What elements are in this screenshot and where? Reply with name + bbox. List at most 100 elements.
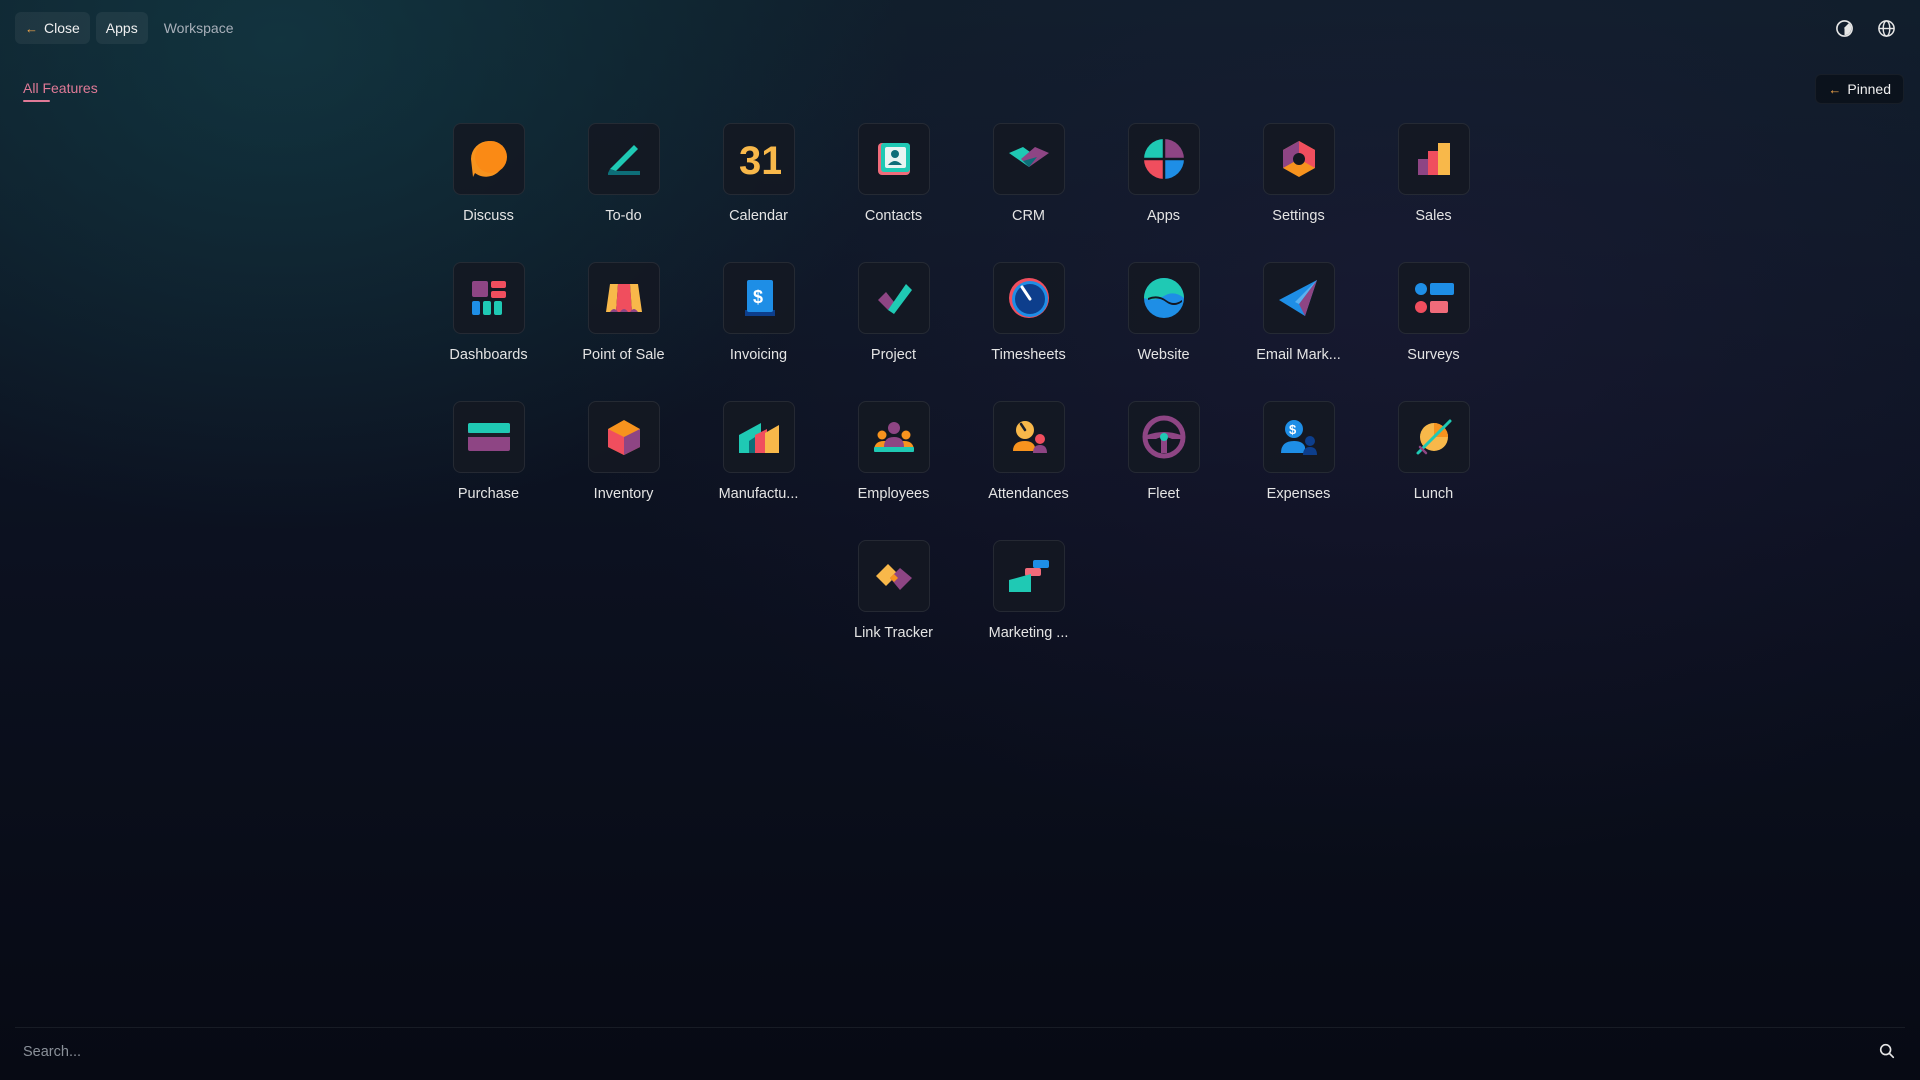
arrow-left-icon: ← [1828, 81, 1842, 97]
app-crm[interactable]: CRM [961, 123, 1096, 262]
app-tile [992, 401, 1065, 473]
app-label: Attendances [988, 486, 1069, 502]
app-expenses[interactable]: $ Expenses [1231, 401, 1366, 540]
attendances-icon [1012, 421, 1047, 453]
app-employees[interactable]: Employees [826, 401, 961, 540]
app-tile [857, 262, 930, 334]
app-tile [857, 123, 930, 195]
app-label: Email Mark... [1256, 347, 1341, 363]
app-invoicing[interactable]: $ Invoicing [691, 262, 826, 401]
expenses-glyph: $ [1289, 422, 1297, 437]
app-attendances[interactable]: Attendances [961, 401, 1096, 540]
apps-icon [1141, 137, 1186, 181]
app-label: Lunch [1413, 486, 1454, 502]
app-dashboards[interactable]: Dashboards [421, 262, 556, 401]
inventory-icon [607, 420, 640, 455]
app-label: Website [1137, 347, 1190, 363]
todo-icon [607, 145, 640, 175]
search-divider [15, 1027, 1905, 1028]
website-icon [1143, 278, 1184, 318]
email-marketing-icon [1278, 280, 1317, 316]
pinned-label: Pinned [1847, 81, 1891, 97]
app-label: Manufactu... [718, 486, 799, 502]
app-label: Fleet [1147, 486, 1180, 502]
app-label: CRM [1011, 208, 1046, 224]
app-label: Sales [1415, 208, 1452, 224]
app-todo[interactable]: To-do [556, 123, 691, 262]
app-label: Timesheets [991, 347, 1066, 363]
app-label: Settings [1272, 208, 1325, 224]
app-fleet[interactable]: Fleet [1096, 401, 1231, 540]
calendar-icon: 31 [739, 139, 781, 179]
app-tile [587, 401, 660, 473]
app-tile [1262, 262, 1335, 334]
app-timesheets[interactable]: Timesheets [961, 262, 1096, 401]
section-underline [23, 100, 50, 102]
app-inventory[interactable]: Inventory [556, 401, 691, 540]
app-label: Discuss [463, 208, 514, 224]
app-tile [1397, 123, 1470, 195]
app-lunch[interactable]: Lunch [1366, 401, 1501, 540]
app-sales[interactable]: Sales [1366, 123, 1501, 262]
settings-icon [1282, 141, 1315, 177]
workspace-tab[interactable]: Workspace [154, 12, 244, 44]
apps-tab[interactable]: Apps [95, 12, 148, 44]
section-title[interactable]: All Features [23, 80, 98, 96]
app-label: Purchase [457, 486, 520, 502]
app-purchase[interactable]: Purchase [421, 401, 556, 540]
app-manufacturing[interactable]: Manufactu... [691, 401, 826, 540]
close-button[interactable]: ← Close [15, 12, 90, 44]
app-label: Contacts [864, 208, 923, 224]
app-label: Point of Sale [582, 347, 665, 363]
top-navigation: ← Close Apps Workspace [15, 12, 244, 44]
app-marketing-automation[interactable]: Marketing ... [961, 540, 1096, 679]
app-label: Link Tracker [854, 625, 933, 641]
top-right-actions [1832, 16, 1898, 40]
app-tile [992, 540, 1065, 612]
language-button[interactable] [1874, 16, 1898, 40]
app-apps[interactable]: Apps [1096, 123, 1231, 262]
app-tile [1397, 401, 1470, 473]
app-label: Apps [1146, 208, 1181, 224]
app-tile [587, 262, 660, 334]
app-surveys[interactable]: Surveys [1366, 262, 1501, 401]
app-contacts[interactable]: Contacts [826, 123, 961, 262]
app-settings[interactable]: Settings [1231, 123, 1366, 262]
app-tile [452, 123, 525, 195]
pinned-button[interactable]: ← Pinned [1815, 74, 1904, 104]
app-email-marketing[interactable]: Email Mark... [1231, 262, 1366, 401]
timesheets-icon [1008, 278, 1049, 318]
app-tile [1127, 262, 1200, 334]
app-calendar[interactable]: 31 Calendar [691, 123, 826, 262]
app-label: Surveys [1407, 347, 1460, 363]
app-grid: Discuss To-do 31 Calendar Contacts CRM A… [421, 123, 1501, 679]
app-tile [1127, 401, 1200, 473]
app-label: Inventory [593, 486, 654, 502]
app-tile [857, 401, 930, 473]
app-discuss[interactable]: Discuss [421, 123, 556, 262]
theme-toggle-icon [1835, 19, 1853, 37]
app-tile [1397, 262, 1470, 334]
app-label: Invoicing [729, 347, 788, 363]
apps-tab-label: Apps [105, 20, 138, 36]
invoicing-glyph: $ [753, 287, 763, 307]
app-label: Marketing ... [988, 625, 1069, 641]
search-input[interactable] [15, 1036, 1855, 1068]
app-label: Project [870, 347, 917, 363]
theme-toggle-button[interactable] [1832, 16, 1856, 40]
search-icon[interactable] [1878, 1042, 1896, 1060]
employees-icon [873, 422, 914, 452]
point-of-sale-icon [605, 284, 642, 312]
app-website[interactable]: Website [1096, 262, 1231, 401]
globe-icon [1877, 19, 1895, 37]
app-tile [857, 540, 930, 612]
app-link-tracker[interactable]: Link Tracker [826, 540, 961, 679]
app-project[interactable]: Project [826, 262, 961, 401]
app-tile [1262, 123, 1335, 195]
app-point-of-sale[interactable]: Point of Sale [556, 262, 691, 401]
dashboards-icon [471, 281, 506, 315]
app-tile: $ [722, 262, 795, 334]
app-label: Dashboards [449, 347, 528, 363]
discuss-icon [470, 141, 507, 177]
surveys-icon [1414, 283, 1454, 313]
